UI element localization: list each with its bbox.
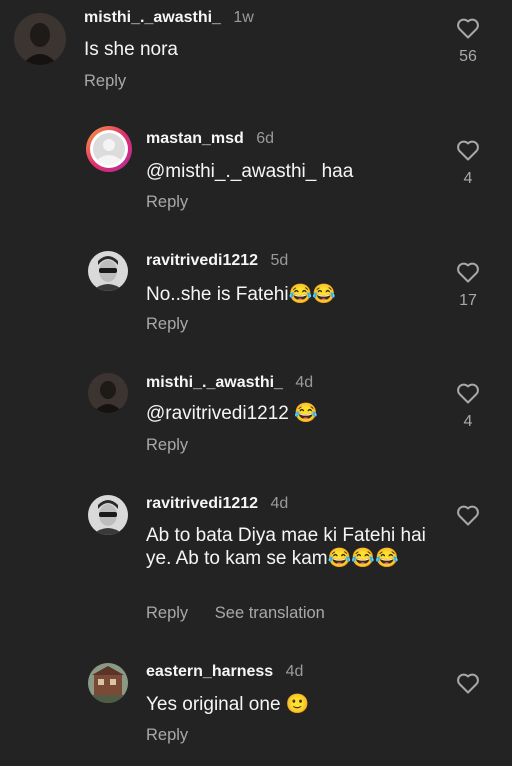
reply-button[interactable]: Reply — [146, 604, 188, 622]
reply-button[interactable]: Reply — [146, 726, 188, 744]
reply-item: ravitrivedi1212 4d Ab to bata Diya mae k… — [0, 486, 512, 646]
heart-icon[interactable] — [456, 139, 480, 161]
comment-username[interactable]: misthi_._awasthi_ — [84, 9, 221, 26]
comment-username[interactable]: misthi_._awasthi_ — [146, 374, 283, 391]
heart-icon[interactable] — [456, 504, 480, 526]
avatar[interactable] — [88, 373, 128, 413]
comment-text: Is she nora — [84, 39, 178, 60]
like-count: 4 — [463, 413, 473, 430]
heart-icon[interactable] — [456, 672, 480, 694]
heart-icon[interactable] — [456, 382, 480, 404]
avatar[interactable] — [88, 251, 128, 291]
comment-time: 6d — [256, 130, 275, 147]
comment-username[interactable]: eastern_harness — [146, 663, 273, 680]
comment-text: No..she is Fatehi😂😂 — [146, 284, 336, 305]
reply-button[interactable]: Reply — [84, 72, 126, 90]
comment-username[interactable]: mastan_msd — [146, 130, 244, 147]
reply-item: eastern_harness 4d Yes original one 🙂 Re… — [0, 654, 512, 764]
like-count: 4 — [463, 170, 473, 187]
like-count: 56 — [459, 48, 477, 65]
comment-time: 5d — [270, 252, 289, 269]
avatar[interactable] — [88, 495, 128, 535]
heart-icon[interactable] — [456, 17, 480, 39]
comment-text: Yes original one 🙂 — [146, 694, 310, 715]
reply-item: mastan_msd 6d @misthi_._awasthi_ haa Rep… — [0, 120, 512, 230]
comment-username[interactable]: ravitrivedi1212 — [146, 252, 258, 269]
comment-text: Ab to bata Diya mae ki Fatehi hai ye. Ab… — [146, 525, 426, 569]
comment-time: 1w — [233, 9, 254, 26]
avatar[interactable] — [88, 663, 128, 703]
comment-time: 4d — [285, 663, 304, 680]
comment-text: @ravitrivedi1212 😂 — [146, 403, 318, 424]
reply-button[interactable]: Reply — [146, 193, 188, 211]
reply-button[interactable]: Reply — [146, 436, 188, 454]
comment-username[interactable]: ravitrivedi1212 — [146, 495, 258, 512]
reply-item: ravitrivedi1212 5d No..she is Fatehi😂😂 R… — [0, 242, 512, 352]
reply-button[interactable]: Reply — [146, 315, 188, 333]
reply-item: misthi_._awasthi_ 4d @ravitrivedi1212 😂 … — [0, 364, 512, 474]
comment-text: @misthi_._awasthi_ haa — [146, 161, 354, 182]
comment-time: 4d — [270, 495, 289, 512]
comment-item: misthi_._awasthi_ 1w Is she nora Reply 5… — [0, 0, 512, 110]
comment-time: 4d — [295, 374, 314, 391]
avatar[interactable] — [86, 126, 132, 172]
avatar[interactable] — [14, 13, 66, 65]
like-count: 17 — [459, 292, 477, 309]
heart-icon[interactable] — [456, 261, 480, 283]
see-translation-button[interactable]: See translation — [215, 604, 325, 622]
